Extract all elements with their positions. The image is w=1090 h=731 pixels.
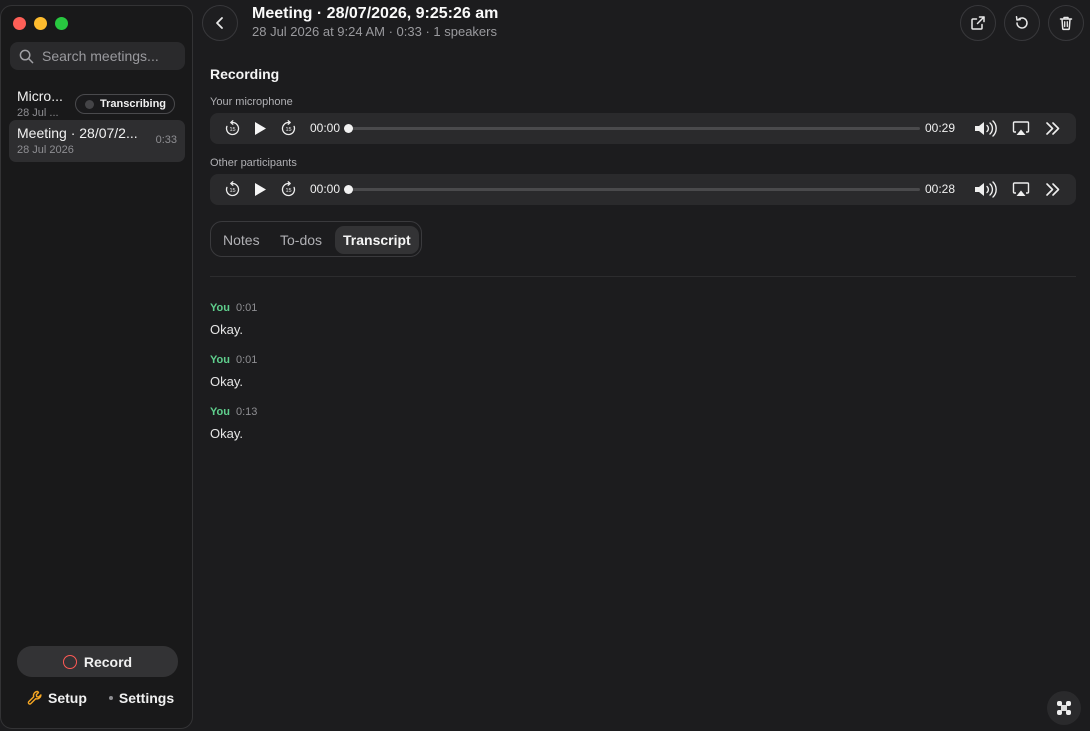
grid-nodes-icon [1057, 701, 1071, 715]
meeting-date: 28 Jul ... [17, 107, 59, 119]
status-dot-icon [85, 99, 94, 109]
settings-label: Settings [118, 690, 175, 706]
total-duration: 00:29 [925, 121, 956, 135]
volume-icon[interactable] [974, 181, 998, 198]
minimize-window-button[interactable] [34, 17, 47, 30]
skip-forward-15-icon[interactable]: 15 [280, 120, 297, 137]
chevron-double-right-icon[interactable] [1044, 120, 1061, 137]
speaker-name: You [210, 354, 230, 366]
app-window: Micro... 28 Jul ... Transcribing Meeting… [0, 0, 1090, 731]
search-box[interactable] [10, 42, 185, 70]
meeting-title: Meeting · 28/07/2... [17, 125, 138, 141]
refresh-icon [1015, 16, 1028, 29]
skip-back-15-icon[interactable]: 15 [224, 181, 241, 198]
page-title: Meeting · 28/07/2026, 9:25:26 am [252, 5, 499, 22]
transcript-entry: You 0:01 Okay. [210, 350, 257, 389]
transcribing-badge: Transcribing [75, 94, 176, 114]
track-label: Your microphone [210, 96, 293, 108]
export-button[interactable] [960, 5, 996, 41]
svg-text:15: 15 [229, 127, 235, 133]
maximize-window-button[interactable] [55, 17, 68, 30]
seek-handle[interactable] [344, 124, 353, 133]
skip-back-15-icon[interactable]: 15 [224, 120, 241, 137]
transcript-entry: You 0:01 Okay. [210, 298, 257, 337]
divider [210, 276, 1076, 277]
timestamp[interactable]: 0:01 [236, 354, 257, 366]
recording-section-title: Recording [210, 66, 280, 82]
setup-button[interactable]: Setup [27, 690, 87, 706]
search-icon [19, 49, 34, 63]
meeting-list-item[interactable]: Micro... 28 Jul ... Transcribing [9, 83, 185, 125]
settings-dot-icon [108, 696, 113, 700]
play-icon[interactable] [253, 182, 267, 197]
transcript-text: Okay. [210, 374, 243, 389]
svg-text:15: 15 [285, 127, 291, 133]
current-time: 00:00 [310, 121, 341, 135]
svg-text:15: 15 [229, 188, 235, 194]
seek-handle[interactable] [344, 185, 353, 194]
current-time: 00:00 [310, 182, 341, 196]
settings-button[interactable]: Settings [108, 690, 175, 706]
meeting-title: Micro... [17, 88, 63, 104]
external-link-icon [971, 16, 985, 30]
setup-label: Setup [48, 690, 87, 706]
badge-label: Transcribing [100, 98, 167, 110]
speaker-name: You [210, 302, 230, 314]
regenerate-button[interactable] [1004, 5, 1040, 41]
track-label: Other participants [210, 157, 297, 169]
timestamp[interactable]: 0:01 [236, 302, 257, 314]
meeting-duration: 0:33 [155, 134, 177, 146]
play-icon[interactable] [253, 121, 267, 136]
speaker-name: You [210, 406, 230, 418]
audio-player-participants: 15 15 00:00 00:28 [210, 174, 1076, 205]
audio-player-microphone: 15 15 00:00 00:29 [210, 113, 1076, 144]
record-label: Record [83, 653, 133, 670]
back-button[interactable] [202, 5, 238, 41]
airplay-icon[interactable] [1012, 181, 1030, 198]
tab-todos[interactable]: To-dos [272, 226, 330, 254]
total-duration: 00:28 [925, 182, 956, 196]
focus-mode-button[interactable] [1047, 691, 1081, 725]
seek-bar[interactable] [346, 188, 920, 191]
trash-icon [1059, 16, 1073, 31]
chevron-double-right-icon[interactable] [1044, 181, 1061, 198]
sidebar-footer: Setup Settings [27, 690, 174, 706]
window-controls [13, 17, 68, 30]
delete-button[interactable] [1048, 5, 1084, 41]
transcript-text: Okay. [210, 322, 243, 337]
sidebar: Micro... 28 Jul ... Transcribing Meeting… [0, 5, 193, 729]
content-tabs: Notes To-dos Transcript [210, 221, 422, 257]
meeting-date: 28 Jul 2026 [17, 144, 74, 156]
close-window-button[interactable] [13, 17, 26, 30]
page-subtitle: 28 Jul 2026 at 9:24 AM · 0:33 · 1 speake… [252, 24, 497, 39]
record-button[interactable]: Record [17, 646, 178, 677]
airplay-icon[interactable] [1012, 120, 1030, 137]
timestamp[interactable]: 0:13 [236, 406, 257, 418]
skip-forward-15-icon[interactable]: 15 [280, 181, 297, 198]
volume-icon[interactable] [974, 120, 998, 137]
tab-notes[interactable]: Notes [215, 226, 268, 254]
record-icon [62, 654, 77, 669]
wrench-icon [27, 690, 42, 705]
svg-text:15: 15 [285, 188, 291, 194]
transcript-text: Okay. [210, 426, 243, 441]
seek-bar[interactable] [346, 127, 920, 130]
tab-transcript[interactable]: Transcript [335, 226, 419, 254]
search-input[interactable] [42, 48, 182, 64]
transcript-entry: You 0:13 Okay. [210, 402, 257, 441]
meeting-list-item-selected[interactable]: Meeting · 28/07/2... 28 Jul 2026 0:33 [9, 120, 185, 162]
chevron-left-icon [216, 17, 223, 29]
